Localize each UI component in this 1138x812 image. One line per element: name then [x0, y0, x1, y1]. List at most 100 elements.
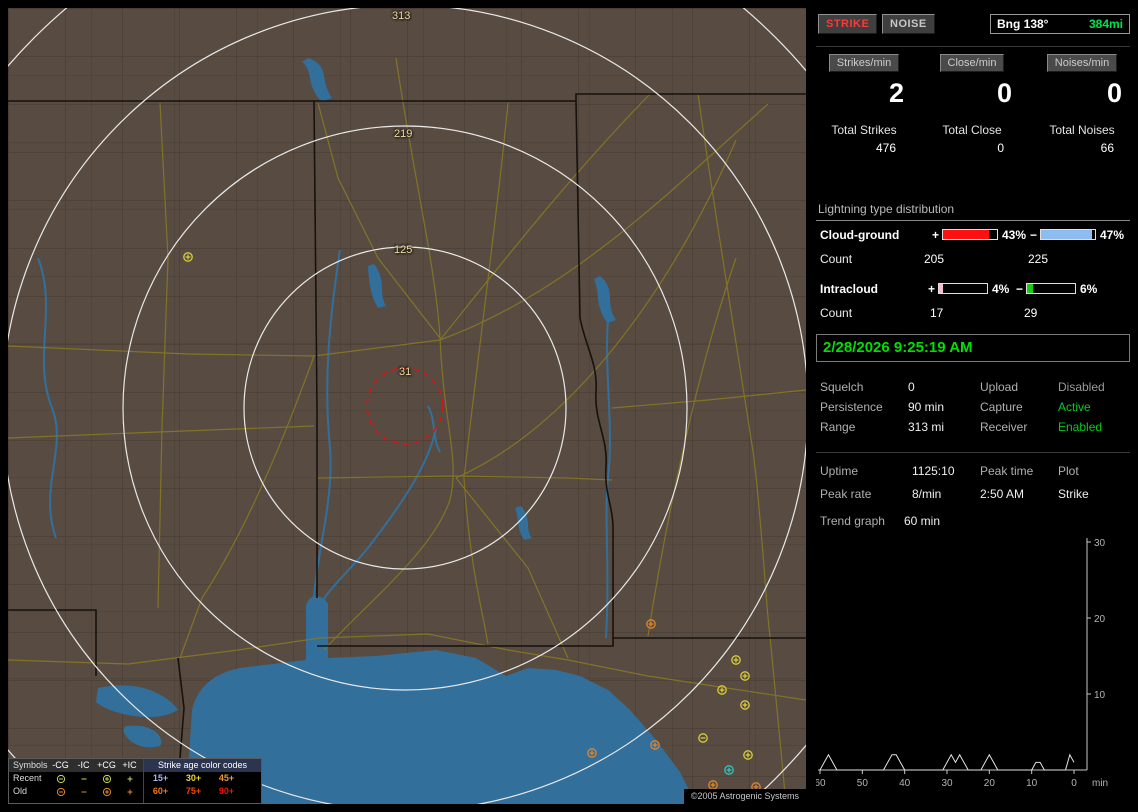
range-label: Range — [820, 420, 856, 434]
noises-per-min-value: 0 — [1106, 78, 1122, 108]
legend-col-neg-cg: -CG — [52, 760, 69, 770]
svg-text:20: 20 — [984, 778, 996, 789]
noises-column: Noises/min 0 Total Noises 66 — [1034, 54, 1130, 155]
ic-positive-count: 17 — [930, 306, 944, 320]
total-close-label: Total Close — [942, 123, 1002, 137]
cg-negative-pct: 47% — [1100, 228, 1125, 242]
ic-positive-pct: 4% — [992, 282, 1010, 296]
plot-label: Plot — [1058, 464, 1079, 478]
ic-negative-pct: 6% — [1080, 282, 1098, 296]
peak-time-value: 2:50 AM — [980, 487, 1025, 501]
range-value: 313 mi — [908, 420, 945, 434]
distribution-title: Lightning type distribution — [816, 202, 1130, 221]
total-strikes-value: 476 — [875, 141, 896, 155]
minus-icon — [72, 772, 95, 785]
close-per-min-badge: Close/min — [939, 54, 1005, 72]
ic-negative-bar — [1026, 283, 1076, 294]
range-ring-label: 31 — [399, 366, 412, 378]
uptime-value: 1125:10 — [912, 464, 955, 478]
age-code: 30+ — [185, 773, 202, 783]
status-panel: STRIKE NOISE Bng 138° 384mi Strikes/min … — [816, 8, 1130, 804]
legend-col-neg-ic: -IC — [77, 760, 90, 770]
squelch-label: Squelch — [820, 380, 864, 394]
age-code: 15+ — [152, 773, 169, 783]
age-code: 75+ — [185, 786, 202, 796]
plus-sign: + — [928, 282, 936, 296]
cloud-ground-label: Cloud-ground — [820, 228, 900, 242]
squelch-value: 0 — [908, 380, 915, 394]
total-noises-label: Total Noises — [1049, 123, 1115, 137]
peak-rate-value: 8/min — [912, 487, 942, 501]
count-label: Count — [820, 306, 853, 320]
range-ring-label: 125 — [394, 244, 413, 256]
ic-negative-count: 29 — [1024, 306, 1038, 320]
svg-text:60: 60 — [816, 778, 826, 789]
noises-per-min-badge: Noises/min — [1046, 54, 1118, 72]
upload-label: Upload — [980, 380, 1019, 394]
trend-graph: 30 20 10 60 50 40 30 20 10 0 min — [816, 538, 1108, 789]
close-column: Close/min 0 Total Close 0 — [924, 54, 1020, 155]
ic-positive-bar — [938, 283, 988, 294]
circle-plus-icon — [95, 772, 118, 785]
cg-negative-count: 225 — [1028, 252, 1049, 266]
peak-rate-label: Peak rate — [820, 487, 872, 501]
copyright-text: ©2005 Astrogenic Systems — [683, 789, 806, 804]
trend-window-value: 60 min — [904, 514, 941, 528]
trend-graph-label: Trend graph — [820, 514, 885, 528]
intracloud-row: Intracloud + 4% − 6% — [816, 282, 1130, 298]
cg-positive-pct: 43% — [1002, 228, 1027, 242]
svg-text:0: 0 — [1071, 778, 1077, 789]
upload-status: Disabled — [1058, 380, 1105, 394]
svg-text:40: 40 — [899, 778, 911, 789]
uptime-label: Uptime — [820, 464, 859, 478]
cg-negative-bar — [1040, 229, 1096, 240]
strike-legend: Symbols -CG -IC +CG +IC Recent Old Strik… — [8, 758, 262, 804]
minus-sign: − — [1016, 282, 1024, 296]
age-code: 90+ — [218, 786, 235, 796]
separator — [816, 452, 1130, 453]
plus-icon — [118, 772, 141, 785]
strike-toggle-button[interactable]: STRIKE — [818, 14, 878, 34]
bearing-box: Bng 138° 384mi — [990, 14, 1130, 34]
legend-col-pos-ic: +IC — [122, 760, 137, 770]
bearing-label: Bng 138° — [997, 17, 1049, 31]
legend-age-block: Strike age color codes 15+ 30+ 45+ 60+ 7… — [143, 759, 261, 803]
legend-symbols-block: Symbols -CG -IC +CG +IC Recent Old — [9, 759, 143, 803]
minus-icon — [72, 785, 95, 798]
total-close-value: 0 — [997, 141, 1004, 155]
cg-positive-count: 205 — [924, 252, 945, 266]
plus-icon — [118, 785, 141, 798]
plus-sign: + — [932, 228, 940, 242]
legend-col-pos-cg: +CG — [97, 760, 116, 770]
svg-text:10: 10 — [1026, 778, 1038, 789]
minus-sign: − — [1030, 228, 1038, 242]
nexstorm-window: 313 219 125 31 Symbols -CG -IC +CG +IC Rece… — [0, 0, 1138, 812]
strikes-per-min-badge: Strikes/min — [828, 54, 900, 72]
count-label: Count — [820, 252, 853, 266]
legend-old-label: Old — [13, 786, 28, 796]
total-strikes-label: Total Strikes — [831, 123, 897, 137]
capture-label: Capture — [980, 400, 1023, 414]
plot-value: Strike — [1058, 487, 1089, 501]
legend-symbols-header: Symbols — [13, 760, 48, 770]
capture-status: Active — [1058, 400, 1091, 414]
strikes-per-min-value: 2 — [888, 78, 904, 108]
datetime-display: 2/28/2026 9:25:19 AM — [816, 334, 1130, 362]
circle-minus-icon — [49, 772, 72, 785]
receiver-status: Enabled — [1058, 420, 1103, 434]
strikes-column: Strikes/min 2 Total Strikes 476 — [816, 54, 912, 155]
svg-text:30: 30 — [941, 778, 953, 789]
svg-text:10: 10 — [1094, 690, 1106, 701]
circle-plus-icon — [95, 785, 118, 798]
svg-text:20: 20 — [1094, 614, 1106, 625]
noise-toggle-button[interactable]: NOISE — [882, 14, 935, 34]
close-per-min-value: 0 — [996, 78, 1012, 108]
bearing-distance: 384mi — [1088, 17, 1123, 31]
map-area[interactable]: 313 219 125 31 Symbols -CG -IC +CG +IC Rece… — [8, 8, 806, 804]
circle-minus-icon — [49, 785, 72, 798]
peak-time-label: Peak time — [980, 464, 1034, 478]
cg-count-row: Count 205 225 — [816, 252, 1130, 268]
legend-age-title: Strike age color codes — [144, 759, 261, 772]
cg-positive-bar — [942, 229, 998, 240]
separator — [816, 46, 1130, 47]
